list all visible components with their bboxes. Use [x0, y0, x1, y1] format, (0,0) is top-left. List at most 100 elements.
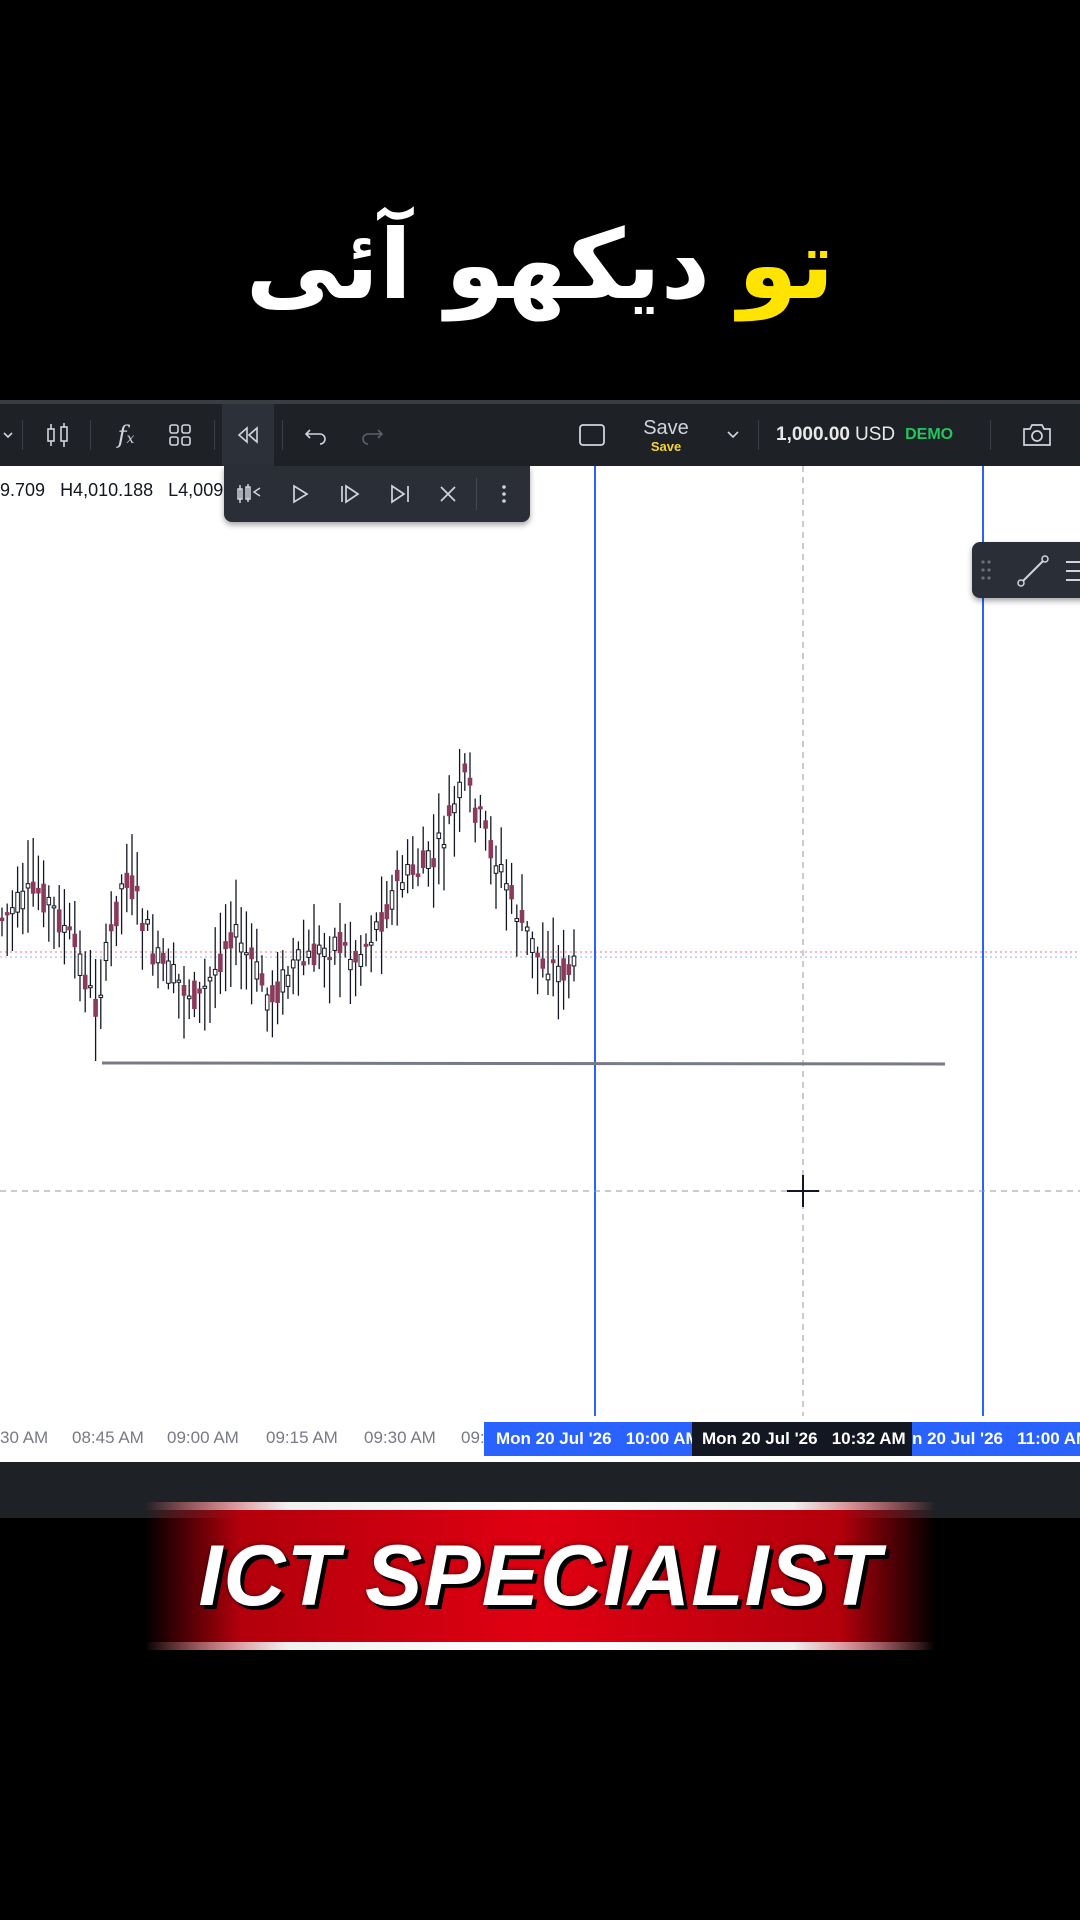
- replay-step-forward-icon[interactable]: [332, 476, 368, 512]
- candle-body: [457, 781, 462, 799]
- replay-rewind-icon[interactable]: [222, 404, 274, 466]
- replay-play-icon[interactable]: [282, 476, 318, 512]
- candle-body: [394, 869, 400, 882]
- replay-close-icon[interactable]: [430, 476, 466, 512]
- candle-body: [514, 918, 520, 923]
- candle-body: [259, 973, 265, 986]
- candle-body: [301, 961, 306, 966]
- candle-body: [374, 921, 379, 931]
- save-sublabel: Save: [650, 438, 682, 454]
- undo-icon[interactable]: [296, 404, 336, 466]
- candle-body: [15, 891, 20, 913]
- candle-body: [368, 941, 374, 946]
- candle-body: [124, 872, 130, 888]
- save-label: Save: [643, 416, 689, 439]
- candle-body: [4, 912, 10, 916]
- candle-body: [181, 985, 187, 996]
- candle-body: [540, 958, 546, 969]
- candle-body: [363, 943, 369, 947]
- save-button[interactable]: Save Save: [634, 404, 698, 466]
- candle-body: [285, 974, 291, 987]
- replay-control-bar: [224, 466, 530, 522]
- drag-handle-icon[interactable]: [486, 476, 522, 512]
- candle-body: [488, 840, 494, 859]
- candle-body: [327, 956, 332, 961]
- candle-body: [504, 883, 509, 891]
- candle-body: [20, 890, 26, 910]
- candle-body: [254, 961, 260, 980]
- candle-body: [270, 985, 275, 1003]
- candle-body: [358, 953, 364, 967]
- candle-body: [218, 953, 223, 972]
- candle-body: [67, 926, 72, 931]
- candle-body: [332, 936, 338, 951]
- candle-body: [192, 980, 197, 1009]
- candle-body: [566, 964, 572, 975]
- candle-body: [249, 947, 254, 960]
- candle-body: [405, 864, 410, 876]
- candle-body: [426, 850, 431, 869]
- replay-skip-end-icon[interactable]: [382, 476, 418, 512]
- candles-chart-type-icon[interactable]: [36, 404, 80, 466]
- candle-body: [186, 995, 192, 1000]
- candle-body: [25, 883, 31, 889]
- camera-screenshot-icon[interactable]: [1014, 404, 1060, 466]
- candle-body: [77, 953, 83, 976]
- time-tick: 09:30 AM: [364, 1428, 436, 1447]
- candle-body: [290, 959, 296, 969]
- candle-body: [88, 985, 93, 989]
- settings-lines-icon[interactable]: [1066, 556, 1080, 590]
- candle-body: [483, 820, 488, 829]
- candle-body: [51, 905, 57, 909]
- balance-currency: USD: [854, 424, 896, 445]
- candle-body: [46, 896, 52, 906]
- candle-body: [176, 979, 182, 983]
- candle-body: [244, 952, 249, 956]
- candle-body: [550, 959, 556, 964]
- account-balance[interactable]: 1,000.00 USD DEMO: [770, 404, 986, 466]
- candle-body: [342, 942, 348, 946]
- candle-body: [571, 955, 577, 967]
- candle-body: [114, 901, 119, 927]
- time-axis[interactable]: 30 AM 08:45 AM 09:00 AM 09:15 AM 09:30 A…: [0, 1416, 1080, 1456]
- trend-line-icon[interactable]: [1016, 554, 1050, 592]
- chart-app: 9.709 H4,010.188 L4,009.0 fx Save Save 1…: [0, 400, 1080, 1518]
- time-tick: 09:15 AM: [266, 1428, 338, 1447]
- candle-body: [535, 952, 540, 958]
- candle-body: [478, 806, 483, 810]
- candle-body: [509, 885, 514, 900]
- cursor-crosshair-icon: [787, 1175, 819, 1207]
- candle-body: [462, 763, 468, 773]
- redo-icon[interactable]: [352, 404, 392, 466]
- range-start-label: Mon 20 Jul '26 10:00 AM: [484, 1422, 700, 1456]
- candle-body: [472, 807, 478, 823]
- candle-body: [530, 938, 535, 953]
- drawing-toolbar: [972, 542, 1080, 598]
- replay-jump-to-icon[interactable]: [232, 476, 268, 512]
- support-line: [101, 1061, 946, 1066]
- balance-value: 1,000.00: [776, 424, 850, 445]
- candle-body: [431, 858, 436, 868]
- candle-body: [93, 998, 98, 1017]
- ohlc-close: 9.709: [0, 480, 46, 500]
- candle-body: [171, 964, 176, 984]
- candle-body: [223, 941, 228, 950]
- candle-body: [316, 944, 322, 955]
- chart-canvas[interactable]: [0, 400, 1080, 1416]
- account-type-badge: DEMO: [905, 426, 954, 443]
- top-toolbar: fx Save Save 1,000.00 USD DEMO: [0, 400, 1080, 466]
- candle-body: [441, 844, 447, 849]
- layout-square-icon[interactable]: [572, 404, 612, 466]
- cursor-time-label: Mon 20 Jul '26 10:32 AM: [692, 1422, 914, 1456]
- save-menu-chevron-icon[interactable]: [720, 404, 746, 466]
- time-tick: 08:45 AM: [72, 1428, 144, 1447]
- drag-handle-icon[interactable]: [980, 558, 992, 586]
- chevron-down-icon[interactable]: [0, 404, 16, 466]
- candle-body: [197, 988, 202, 994]
- candle-body: [0, 917, 5, 922]
- candle-body: [36, 887, 41, 894]
- candle-body: [322, 947, 327, 957]
- indicators-fx-icon[interactable]: fx: [104, 404, 148, 466]
- candle-body: [150, 953, 156, 965]
- layout-grid-icon[interactable]: [158, 404, 202, 466]
